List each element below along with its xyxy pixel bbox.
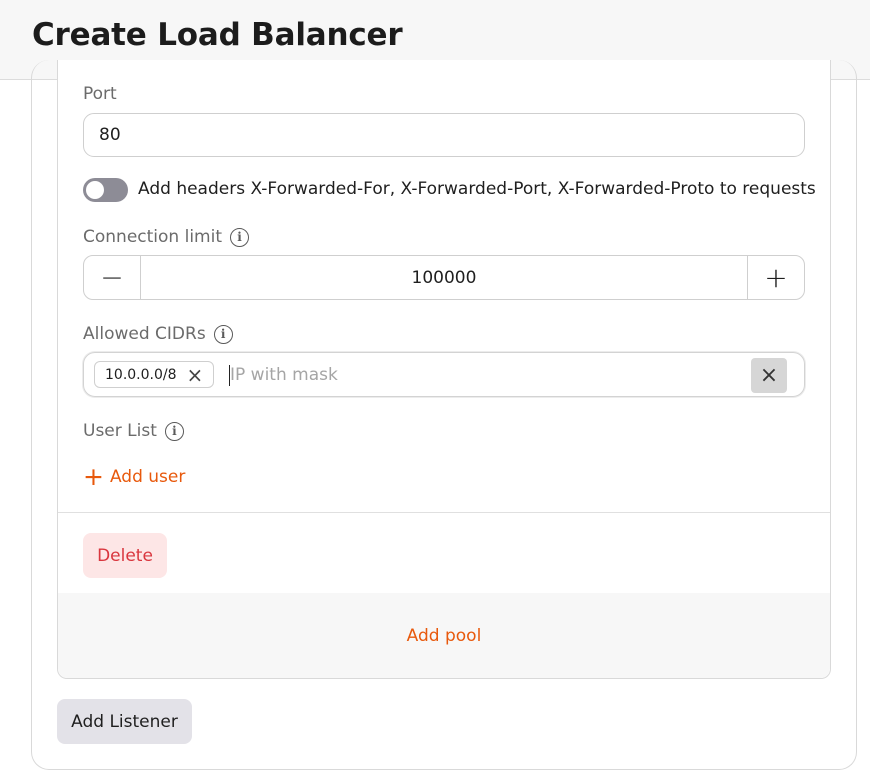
delete-label: Delete [97,545,153,566]
pool-area: Add pool [58,593,830,678]
connection-limit-stepper: − 100000 + [83,255,805,300]
cidr-chip: 10.0.0.0/8 × [94,361,215,388]
close-icon: × [759,363,779,388]
toggle-knob [86,181,104,199]
plus-icon: + [83,462,104,491]
add-listener-button[interactable]: Add Listener [57,699,192,744]
connection-limit-label: Connection limit i [83,227,249,247]
info-icon[interactable]: i [164,421,184,441]
allowed-cidrs-field[interactable]: 10.0.0.0/8 × × [83,352,805,397]
remove-chip-icon[interactable]: × [187,365,204,385]
connection-limit-input[interactable]: 100000 [141,256,747,299]
add-listener-label: Add Listener [71,711,178,732]
cidr-chip-label: 10.0.0.0/8 [105,366,177,383]
clear-cidrs-button[interactable]: × [751,358,787,393]
forwarded-headers-toggle[interactable] [83,178,128,202]
delete-listener-button[interactable]: Delete [83,533,167,578]
info-icon[interactable]: i [213,324,233,344]
add-user-label: Add user [109,466,186,487]
minus-icon: − [100,261,124,294]
connection-limit-value: 100000 [411,267,477,288]
port-input[interactable]: 80 [83,113,805,157]
page-title: Create Load Balancer [32,17,403,53]
connection-limit-label-text: Connection limit [83,227,222,247]
add-pool-button[interactable]: Add pool [407,626,482,646]
cidr-input[interactable] [230,353,730,396]
divider [58,512,830,513]
plus-icon: + [764,261,788,294]
info-icon[interactable]: i [230,227,249,247]
decrement-button[interactable]: − [84,256,141,299]
allowed-cidrs-label-text: Allowed CIDRs [83,324,206,344]
allowed-cidrs-label: Allowed CIDRs i [83,324,233,344]
port-value: 80 [99,125,121,145]
port-label-text: Port [83,84,117,104]
port-label: Port [83,84,117,104]
user-list-label-text: User List [83,421,157,441]
increment-button[interactable]: + [747,256,804,299]
user-list-label: User List i [83,421,184,441]
forwarded-headers-label: Add headers X-Forwarded-For, X-Forwarded… [138,179,816,199]
add-user-button[interactable]: + Add user [83,464,185,489]
